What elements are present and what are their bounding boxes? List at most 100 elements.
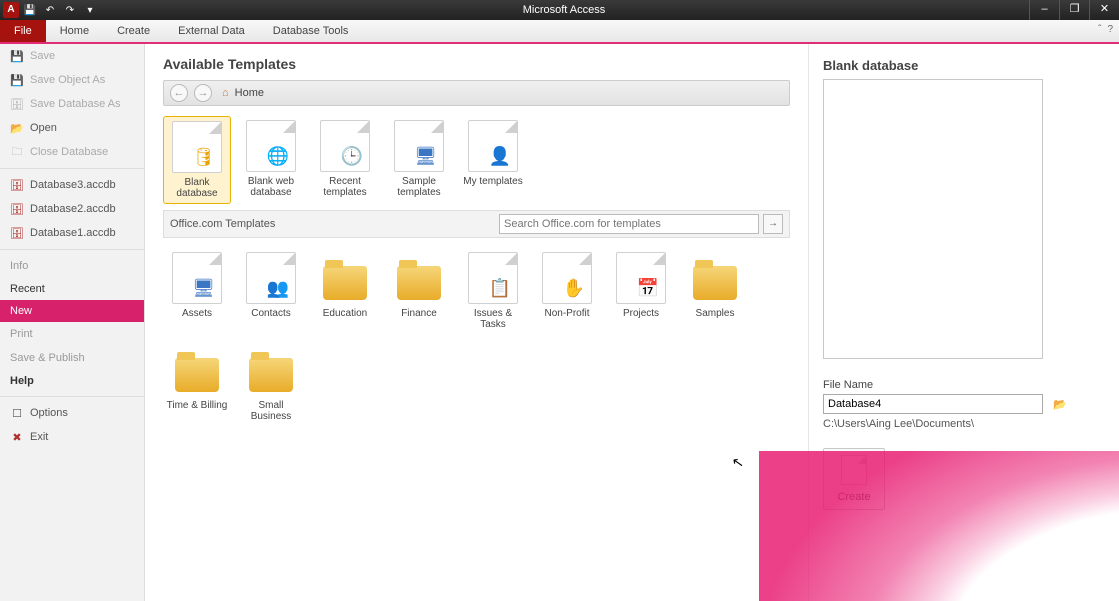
- rail-exit[interactable]: ✖Exit: [0, 425, 144, 449]
- save-icon: 💾: [10, 49, 24, 63]
- template-tile-label: Blank web database: [239, 176, 303, 198]
- page-icon: ✋: [542, 252, 592, 304]
- page-icon: 🛢: [172, 121, 222, 173]
- template-overlay-icon: ✋: [563, 278, 585, 299]
- template-tile-label: Recent templates: [313, 176, 377, 198]
- search-go-button[interactable]: →: [763, 214, 783, 234]
- template-tile-label: Samples: [683, 308, 747, 319]
- template-tile-label: My templates: [461, 176, 525, 187]
- page-icon: 📅: [616, 252, 666, 304]
- template-tile[interactable]: Samples: [681, 248, 749, 334]
- blank-database-heading: Blank database: [823, 58, 1099, 73]
- qat-redo-icon[interactable]: ↷: [61, 2, 79, 18]
- options-icon: ☐: [10, 406, 24, 420]
- rail-recent-file[interactable]: 🗄Database2.accdb: [0, 197, 144, 221]
- templates-pane: Available Templates ← → ⌂ Home 🛢Blank da…: [145, 44, 809, 601]
- page-icon: 👤: [468, 120, 518, 172]
- tab-home[interactable]: Home: [46, 20, 103, 42]
- browse-folder-icon: 📂: [1053, 398, 1067, 411]
- tab-database-tools[interactable]: Database Tools: [259, 20, 363, 42]
- breadcrumb-bar: ← → ⌂ Home: [163, 80, 790, 106]
- open-folder-icon: 📂: [10, 121, 24, 135]
- folder-icon: [172, 344, 222, 396]
- template-overlay-icon: 👥: [267, 278, 289, 299]
- tab-create[interactable]: Create: [103, 20, 164, 42]
- restore-button[interactable]: ❐: [1059, 0, 1089, 20]
- template-tile[interactable]: Education: [311, 248, 379, 334]
- blank-database-pane: Blank database File Name 📂 C:\Users\Aing…: [809, 44, 1119, 601]
- rail-new[interactable]: New: [0, 300, 144, 322]
- template-tile[interactable]: 📅 Projects: [607, 248, 675, 334]
- qat-customize-icon[interactable]: ▾: [81, 2, 99, 18]
- filename-input[interactable]: [823, 394, 1043, 414]
- exit-icon: ✖: [10, 430, 24, 444]
- rail-recent-file[interactable]: 🗄Database1.accdb: [0, 221, 144, 245]
- template-tile-label: Contacts: [239, 308, 303, 319]
- template-overlay-icon: 🛢: [192, 147, 215, 168]
- template-tile[interactable]: 🛢 Blank database: [163, 116, 231, 204]
- search-templates-input[interactable]: [499, 214, 759, 234]
- backstage-rail: 💾Save 💾Save Object As 🗄Save Database As …: [0, 44, 145, 601]
- close-button[interactable]: ✕: [1089, 0, 1119, 20]
- template-tile[interactable]: Time & Billing: [163, 340, 231, 426]
- breadcrumb-home[interactable]: Home: [235, 87, 264, 99]
- template-tile[interactable]: 🖥Assets: [163, 248, 231, 334]
- window-title: Microsoft Access: [99, 4, 1029, 16]
- decorative-swoosh: [759, 451, 1119, 601]
- template-tile[interactable]: Small Business: [237, 340, 305, 426]
- nav-forward-button[interactable]: →: [194, 84, 212, 102]
- browse-folder-button[interactable]: 📂: [1049, 394, 1071, 414]
- qat-undo-icon[interactable]: ↶: [41, 2, 59, 18]
- template-overlay-icon: 🌐: [267, 146, 289, 167]
- office-templates-row: 🖥Assets 👥 Contacts Education Finance 📋Issues …: [163, 248, 790, 426]
- tab-file[interactable]: File: [0, 20, 46, 42]
- rail-print[interactable]: Print: [0, 322, 144, 346]
- template-overlay-icon: 🖥: [192, 278, 215, 299]
- template-tile-label: Projects: [609, 308, 673, 319]
- page-icon: 📋: [468, 252, 518, 304]
- template-tile[interactable]: 🕒 Recent templates: [311, 116, 379, 204]
- template-overlay-icon: 👤: [489, 146, 511, 167]
- template-overlay-icon: 📋: [489, 278, 511, 299]
- folder-icon: [394, 252, 444, 304]
- rail-open[interactable]: 📂Open: [0, 116, 144, 140]
- template-tile[interactable]: 📋Issues & Tasks: [459, 248, 527, 334]
- rail-info[interactable]: Info: [0, 254, 144, 278]
- create-button[interactable]: Create: [823, 448, 885, 510]
- template-tile[interactable]: 🌐 Blank web database: [237, 116, 305, 204]
- rail-save[interactable]: 💾Save: [0, 44, 144, 68]
- template-tile[interactable]: 👤 My templates: [459, 116, 527, 204]
- template-preview: [823, 79, 1043, 359]
- close-db-icon: 🗀: [10, 145, 24, 159]
- template-tile[interactable]: Finance: [385, 248, 453, 334]
- template-tile-label: Blank database: [166, 177, 228, 199]
- ribbon-collapse-icon[interactable]: ˆ: [1098, 24, 1101, 35]
- page-icon: 🌐: [246, 120, 296, 172]
- rail-save-database-as[interactable]: 🗄Save Database As: [0, 92, 144, 116]
- template-overlay-icon: 📅: [637, 278, 659, 299]
- folder-icon: [690, 252, 740, 304]
- help-icon[interactable]: ?: [1107, 24, 1113, 35]
- rail-save-object-as[interactable]: 💾Save Object As: [0, 68, 144, 92]
- home-icon[interactable]: ⌂: [222, 87, 229, 99]
- nav-back-button[interactable]: ←: [170, 84, 188, 102]
- accdb-icon: 🗄: [10, 202, 24, 216]
- rail-save-publish[interactable]: Save & Publish: [0, 346, 144, 370]
- template-tile-label: Sample templates: [387, 176, 451, 198]
- qat-save-icon[interactable]: 💾: [21, 2, 39, 18]
- rail-recent[interactable]: Recent: [0, 278, 144, 300]
- template-overlay-icon: 🕒: [341, 146, 363, 167]
- tab-external-data[interactable]: External Data: [164, 20, 259, 42]
- mouse-cursor-icon: ↖: [731, 453, 746, 472]
- rail-help[interactable]: Help: [0, 370, 144, 392]
- page-icon: 🖥: [172, 252, 222, 304]
- template-tile-label: Finance: [387, 308, 451, 319]
- template-tile[interactable]: 🖥Sample templates: [385, 116, 453, 204]
- template-tile[interactable]: ✋Non-Profit: [533, 248, 601, 334]
- office-templates-header: Office.com Templates →: [163, 210, 790, 238]
- rail-close-database[interactable]: 🗀Close Database: [0, 140, 144, 164]
- rail-options[interactable]: ☐Options: [0, 401, 144, 425]
- template-tile[interactable]: 👥 Contacts: [237, 248, 305, 334]
- minimize-button[interactable]: –: [1029, 0, 1059, 20]
- rail-recent-file[interactable]: 🗄Database3.accdb: [0, 173, 144, 197]
